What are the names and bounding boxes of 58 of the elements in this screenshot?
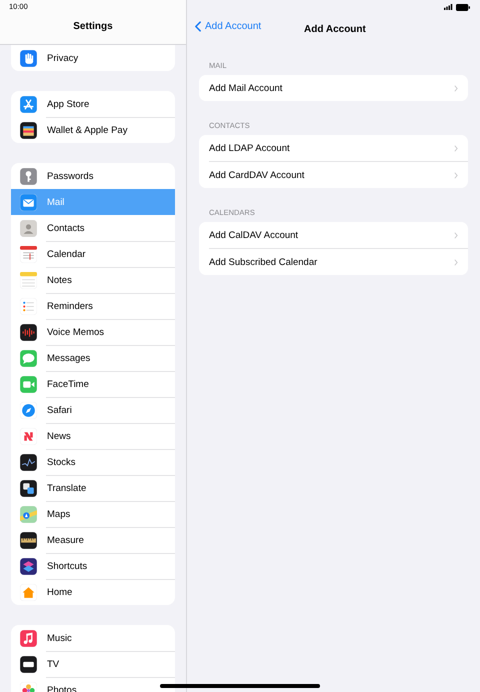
chevron-icon — [454, 84, 458, 92]
video-camera-icon — [20, 376, 37, 392]
settings-item[interactable]: Notes — [11, 267, 175, 293]
settings-item[interactable]: Passwords — [11, 163, 175, 189]
app-store-icon — [20, 96, 37, 112]
sidebar-title: Settings — [73, 21, 113, 34]
notes-icon — [20, 272, 37, 288]
key-icon — [20, 168, 37, 184]
back-button[interactable]: Add Account — [195, 21, 262, 32]
layers-icon — [20, 558, 37, 574]
envelope-icon — [20, 194, 37, 210]
settings-item[interactable]: Reminders — [11, 293, 175, 319]
signal-icon — [444, 4, 453, 10]
back-chevron-icon — [195, 21, 201, 32]
settings-item[interactable]: News — [11, 423, 175, 449]
page-title: Add Account — [304, 24, 366, 34]
settings-item[interactable]: Contacts — [11, 215, 175, 241]
battery-icon — [456, 4, 470, 10]
account-option[interactable]: Add LDAP Account — [199, 135, 468, 161]
account-option[interactable]: Add Mail Account — [199, 75, 468, 101]
chevron-icon — [454, 258, 458, 266]
settings-item[interactable]: Safari — [11, 397, 175, 423]
map-icon — [20, 506, 37, 522]
settings-item[interactable]: Messages — [11, 345, 175, 371]
wallet-icon — [20, 122, 37, 138]
settings-item[interactable]: TV — [11, 651, 175, 677]
compass-icon — [20, 402, 37, 418]
house-icon — [20, 584, 37, 600]
settings-item[interactable]: Privacy — [11, 45, 175, 71]
list-icon — [20, 298, 37, 314]
chevron-icon — [454, 172, 458, 178]
account-option[interactable]: Add CalDAV Account — [199, 222, 468, 248]
speech-bubble-icon — [20, 350, 37, 366]
settings-item[interactable]: Measure — [11, 527, 175, 553]
settings-item[interactable]: Music — [11, 625, 175, 651]
settings-item[interactable]: App Store — [11, 91, 175, 117]
chevron-icon — [454, 232, 458, 238]
contact-icon — [20, 220, 37, 236]
chart-line-icon — [20, 454, 37, 470]
settings-item[interactable]: Shortcuts — [11, 553, 175, 579]
settings-item[interactable]: Voice Memos — [11, 319, 175, 345]
waveform-icon — [20, 324, 37, 340]
hand-icon — [20, 50, 37, 66]
settings-item[interactable]: Stocks — [11, 449, 175, 475]
settings-item[interactable]: Calendar — [11, 241, 175, 267]
settings-item[interactable]: Home — [11, 579, 175, 605]
music-note-icon — [20, 630, 37, 646]
account-option[interactable]: Add Subscribed Calendar — [209, 248, 468, 275]
calendar-icon — [20, 246, 37, 262]
ruler-icon — [20, 532, 37, 548]
settings-item[interactable]: Maps — [11, 501, 175, 527]
settings-item[interactable]: FaceTime — [11, 371, 175, 397]
news-icon — [20, 428, 37, 444]
settings-item[interactable]: Wallet & Apple Pay — [11, 117, 175, 143]
account-option[interactable]: Add CardDAV Account — [209, 161, 468, 188]
settings-item[interactable]: Translate — [11, 475, 175, 501]
chevron-icon — [454, 144, 458, 152]
tv-icon — [20, 656, 37, 672]
